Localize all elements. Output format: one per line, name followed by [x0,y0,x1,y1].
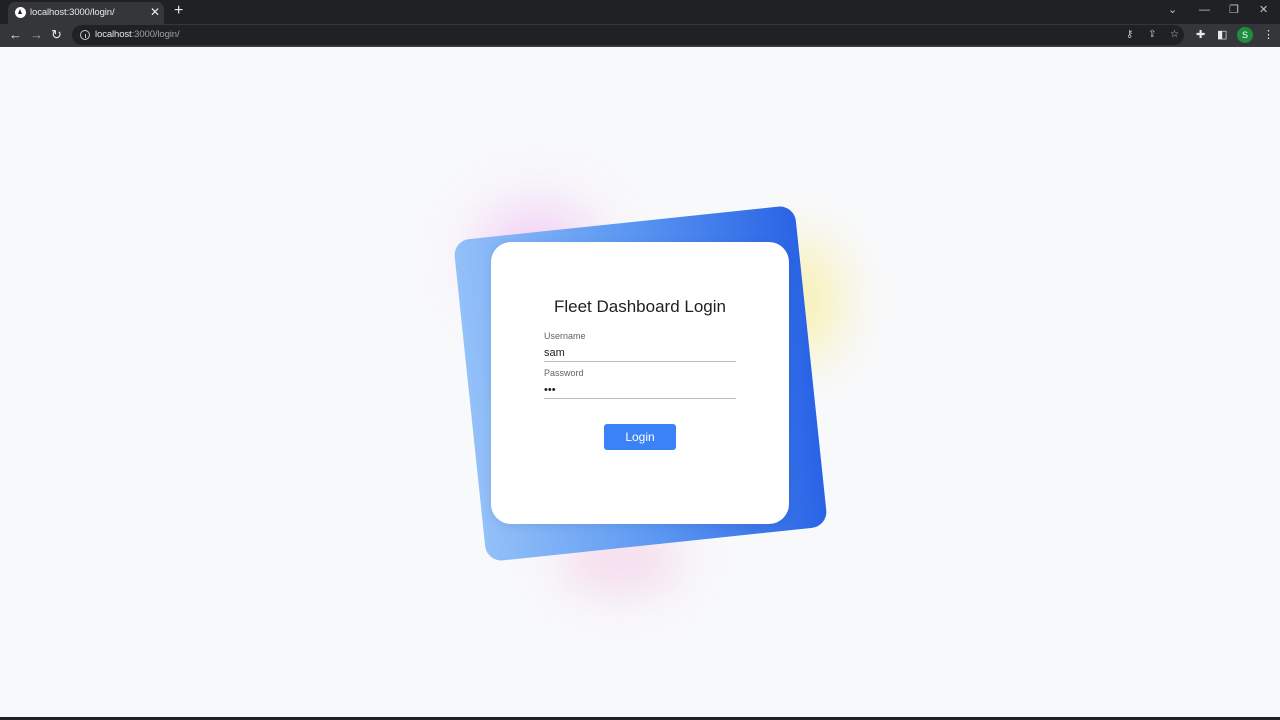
profile-avatar[interactable]: S [1237,27,1253,43]
side-panel-icon[interactable]: ◧ [1217,28,1227,42]
puzzle-icon[interactable]: ✚ [1196,28,1205,42]
login-button[interactable]: Login [604,424,676,450]
close-window-button[interactable]: ✕ [1259,3,1268,17]
login-card: Fleet Dashboard Login Username Password … [491,242,789,524]
forward-arrow-icon[interactable]: → [30,27,43,43]
restore-button[interactable]: ❐ [1229,3,1239,17]
back-arrow-icon[interactable]: ← [9,27,22,43]
address-bar[interactable]: localhost:3000/login/ ⚷ ⇪ ☆ [72,25,1184,45]
url-host: localhost [95,29,132,40]
tab-title: localhost:3000/login/ [30,7,115,18]
app-triangle-icon [15,7,26,18]
username-input[interactable] [544,344,736,362]
toolbar-divider [0,46,1280,47]
browser-toolbar: ← → ↻ localhost:3000/login/ ⚷ ⇪ ☆ ✚ ◧ S … [0,24,1280,46]
password-input[interactable] [544,381,736,399]
info-icon[interactable] [80,30,90,40]
url-text: localhost:3000/login/ [95,29,180,40]
star-icon[interactable]: ☆ [1170,28,1179,42]
share-icon[interactable]: ⇪ [1148,28,1156,42]
key-icon[interactable]: ⚷ [1126,28,1133,42]
new-tab-button[interactable]: + [174,2,183,20]
login-title: Fleet Dashboard Login [553,297,726,316]
url-path: :3000/login/ [131,29,180,40]
password-label: Password [544,368,584,378]
browser-tab[interactable]: localhost:3000/login/ ✕ [8,2,164,24]
more-menu-icon[interactable]: ⋮ [1263,28,1274,42]
username-label: Username [544,331,586,341]
tab-close-button[interactable]: ✕ [150,5,160,19]
tab-search-button[interactable]: ⌄ [1168,3,1177,17]
browser-tab-strip: localhost:3000/login/ ✕ + ⌄ — ❐ ✕ [0,0,1280,24]
minimize-button[interactable]: — [1199,3,1210,17]
reload-icon[interactable]: ↻ [51,27,62,43]
